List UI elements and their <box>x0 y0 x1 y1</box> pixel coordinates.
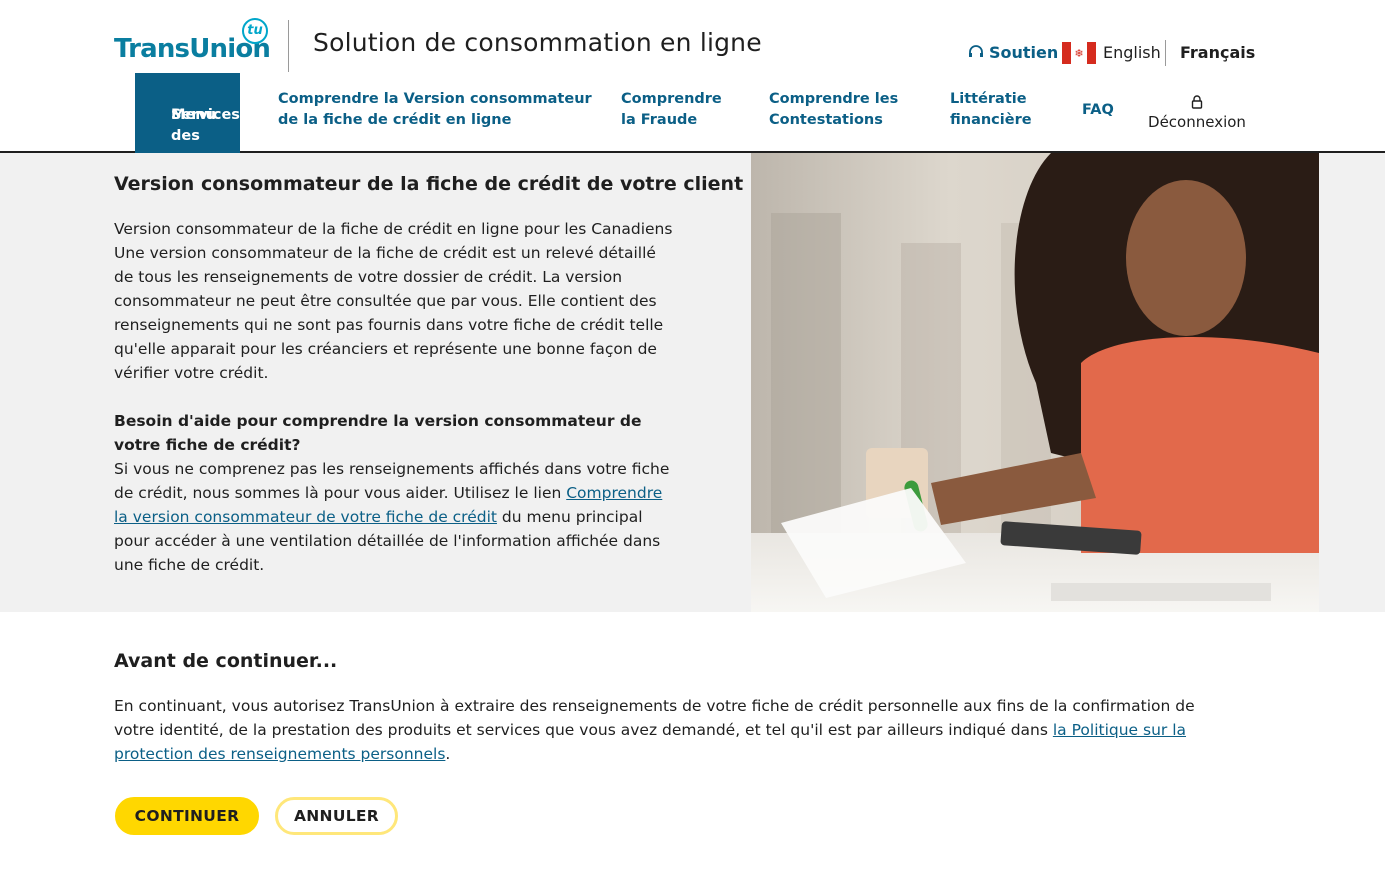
continue-button[interactable]: CONTINUER <box>115 797 259 835</box>
logout-label: Déconnexion <box>1148 113 1246 131</box>
headset-icon <box>969 45 983 57</box>
help-title: Besoin d'aide pour comprendre la version… <box>114 412 642 454</box>
canada-flag-icon: ❄ <box>1062 42 1096 64</box>
hero-body: Version consommateur de la fiche de créd… <box>114 217 679 577</box>
english-link[interactable]: English <box>1103 40 1161 64</box>
nav-item-services-menu[interactable]: Menu des Services <box>135 73 240 153</box>
logo-badge: tu <box>242 18 268 44</box>
hero-paragraph: Version consommateur de la fiche de créd… <box>114 220 673 382</box>
hero-section: Version consommateur de la fiche de créd… <box>0 153 1385 612</box>
support-link[interactable]: Soutien <box>968 40 1058 64</box>
transunion-logo[interactable]: TransUnion tu <box>114 18 274 66</box>
app-title: Solution de consommation en ligne <box>313 28 762 57</box>
nav-item-understand-fraud[interactable]: Comprendre la Fraude <box>621 89 722 131</box>
notice-title: Avant de continuer... <box>114 650 338 672</box>
site-header: TransUnion tu Solution de consommation e… <box>0 0 1385 153</box>
nav-item-understand-disputes[interactable]: Comprendre les Contestations <box>769 89 898 131</box>
language-divider <box>1165 40 1166 66</box>
header-divider <box>288 20 289 72</box>
lock-icon <box>1191 95 1203 109</box>
hero-photo-woman-reviewing-document <box>751 153 1319 612</box>
support-label: Soutien <box>989 42 1059 62</box>
hero-photo-illustration <box>751 153 1319 612</box>
french-link[interactable]: Français <box>1180 40 1255 64</box>
notice-text-before: En continuant, vous autorisez TransUnion… <box>114 697 1195 739</box>
nav-item-understand-report[interactable]: Comprendre la Version consommateur de la … <box>278 89 592 131</box>
cancel-button[interactable]: ANNULER <box>275 797 398 835</box>
notice-body: En continuant, vous autorisez TransUnion… <box>114 694 1224 766</box>
hero-title: Version consommateur de la fiche de créd… <box>114 173 744 195</box>
logout-button[interactable]: Déconnexion <box>1147 95 1247 131</box>
main-nav: Menu des Services Comprendre la Version c… <box>0 73 1385 153</box>
notice-text-after: . <box>445 745 451 763</box>
nav-item-faq[interactable]: FAQ <box>1082 100 1114 121</box>
nav-item-financial-literacy[interactable]: Littératie financière <box>950 89 1032 131</box>
